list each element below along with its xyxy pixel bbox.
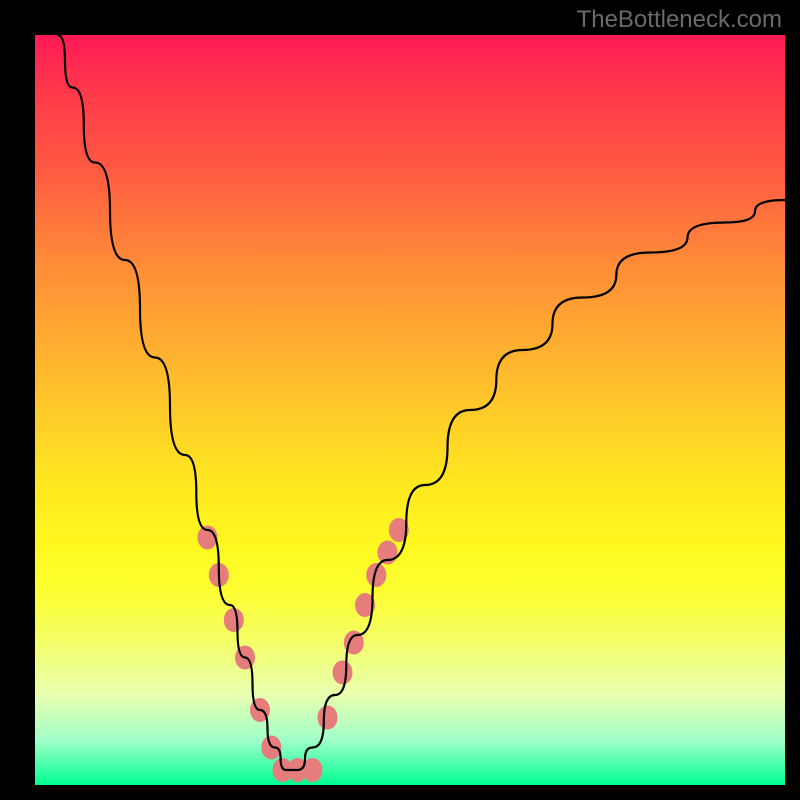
chart-svg — [35, 35, 785, 785]
curve-marker — [224, 608, 244, 632]
watermark-text: TheBottleneck.com — [577, 6, 782, 34]
curve-marker — [333, 661, 353, 685]
bottleneck-curve — [58, 35, 786, 770]
curve-marker — [318, 706, 338, 730]
markers-group — [198, 518, 409, 782]
curve-marker — [366, 563, 386, 587]
plot-area — [35, 35, 785, 785]
